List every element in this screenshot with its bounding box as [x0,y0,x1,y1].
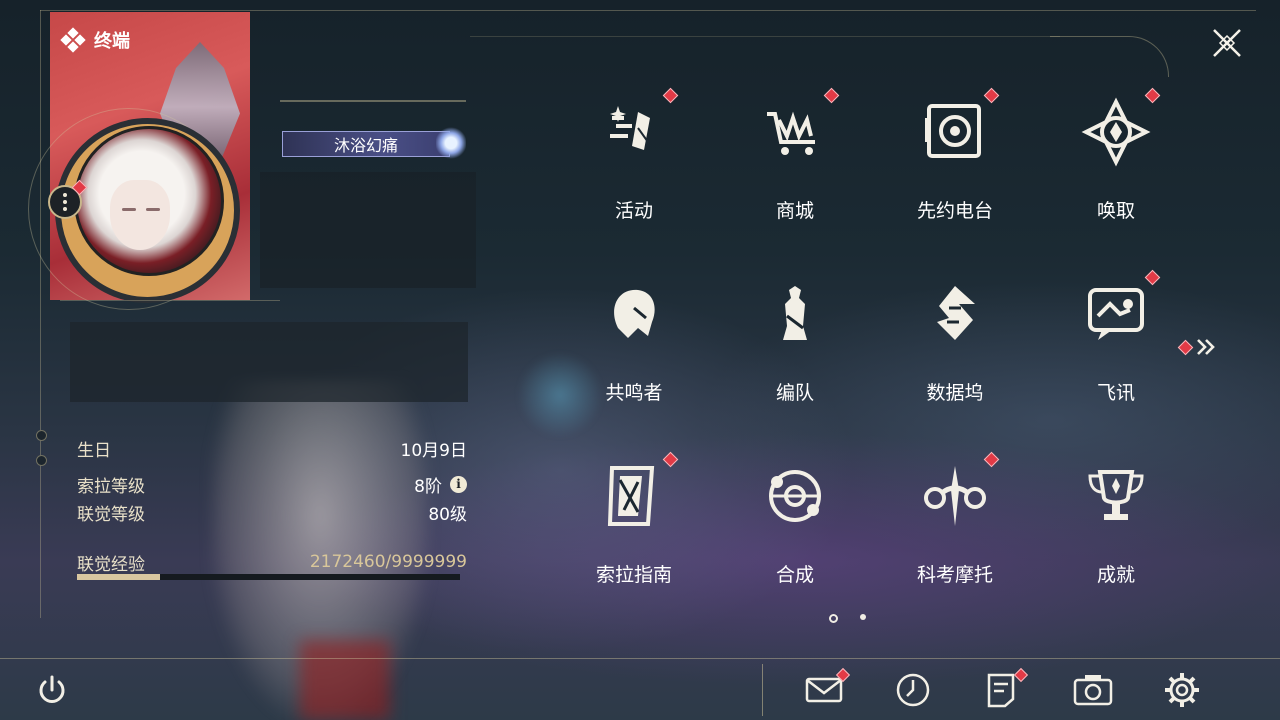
close-button[interactable] [1204,20,1250,66]
team-chess-icon [783,286,807,340]
notes-button[interactable] [980,667,1029,712]
shop-cart-icon [767,111,815,155]
menu-item-label: 唤取 [1096,200,1135,222]
stat-birthday: 生日 10月9日 [77,436,467,461]
frame-tick [36,430,47,441]
menu-item-label: 科考摩托 [916,564,993,586]
guidebook-icon [607,466,655,526]
player-name-redacted [260,172,476,288]
bottom-bar-separator [762,664,763,716]
dot [63,193,67,197]
stat-value: 2172460/9999999 [309,552,467,572]
camera-icon [1073,675,1113,706]
title-badge-gem-icon [436,126,466,160]
settings-button[interactable] [1160,668,1204,712]
terminal-diamond-icon [60,27,86,53]
title-badge-label: 沐浴幻痛 [333,136,398,155]
power-icon [39,675,65,703]
dot [63,207,67,211]
menu-item-label: 索拉指南 [595,564,672,586]
stat-value: 80级 [428,504,467,525]
terminal-title: 终端 [94,31,130,52]
motorcycle-icon [924,466,986,526]
background-character-red-blur [300,640,390,720]
clock-button[interactable] [891,668,935,712]
close-icon [1213,29,1241,57]
menu-item-label: 成就 [1096,564,1135,586]
title-badge[interactable]: 沐浴幻痛 [282,131,450,157]
resonator-icon [614,289,655,338]
camera-button[interactable] [1071,668,1115,712]
menu-item-activity[interactable]: 活动 [574,86,694,236]
profile-divider [60,300,280,301]
settings-gear-icon [1165,673,1199,707]
menu-item-label: 飞讯 [1096,382,1135,404]
menu-item-label: 数据坞 [926,382,984,404]
stat-value: 10月9日 [400,440,467,461]
page-indicator-2[interactable] [860,614,866,620]
page-indicator-1[interactable] [829,614,838,623]
frame-inner-line [470,36,1060,37]
power-button[interactable] [33,672,71,710]
dot [63,200,67,204]
frame-left-line [40,10,41,618]
signature-redacted [70,322,468,402]
menu-item-data-bank[interactable]: 数据坞 [895,268,1015,418]
menu-item-label: 商城 [775,200,814,222]
stat-label: 索拉等级 [77,476,145,497]
menu-item-label: 活动 [614,200,653,222]
message-icon [1088,288,1144,340]
stat-union-exp: 联觉经验 2172460/9999999 [77,550,467,575]
convene-icon [1081,97,1151,167]
clock-icon [896,673,930,707]
exp-progress-bar [77,574,460,580]
avatar-face [110,180,170,250]
menu-item-motorcycle[interactable]: 科考摩托 [895,450,1015,600]
menu-item-label: 先约电台 [916,200,993,222]
stat-value: 8阶 [414,476,442,497]
stat-label: 生日 [77,440,111,461]
menu-item-convene[interactable]: 唤取 [1056,86,1176,236]
double-chevron-right-icon [1197,339,1215,355]
trophy-icon [1088,470,1144,520]
radio-icon [925,104,981,158]
stat-label: 联觉等级 [77,504,145,525]
stat-sol-level: 索拉等级 8阶 i [77,472,467,497]
menu-item-team-chess[interactable]: 编队 [735,268,855,418]
frame-tick [36,455,47,466]
menu-item-trophy[interactable]: 成就 [1056,450,1176,600]
menu-item-label: 共鸣者 [605,382,663,404]
info-icon[interactable]: i [450,475,467,493]
menu-item-resonator[interactable]: 共鸣者 [574,268,694,418]
bottom-bar-divider [0,658,1280,659]
menu-item-synthesis[interactable]: 合成 [735,450,855,600]
frame-top-line [40,10,1256,11]
next-page-notify-badge [1177,339,1194,355]
avatar-eye-right [146,208,160,211]
data-bank-icon [937,286,975,340]
menu-item-shop-cart[interactable]: 商城 [735,86,855,236]
mail-button[interactable] [802,667,851,712]
activity-icon [610,106,650,150]
menu-item-label: 合成 [775,564,814,586]
stat-label: 联觉经验 [77,554,145,575]
menu-item-message[interactable]: 飞讯 [1056,268,1176,418]
next-page-button[interactable] [1177,338,1217,356]
synthesis-icon [769,470,821,522]
terminal-header: 终端 [60,27,130,53]
name-divider [280,100,466,102]
menu-item-radio[interactable]: 先约电台 [895,86,1015,236]
menu-item-label: 编队 [775,382,814,404]
menu-item-guidebook[interactable]: 索拉指南 [574,450,694,600]
exp-progress-fill [77,574,161,580]
frame-corner-curve [1050,36,1169,77]
stat-union-level: 联觉等级 80级 [77,500,467,525]
avatar-eye-left [122,208,136,211]
